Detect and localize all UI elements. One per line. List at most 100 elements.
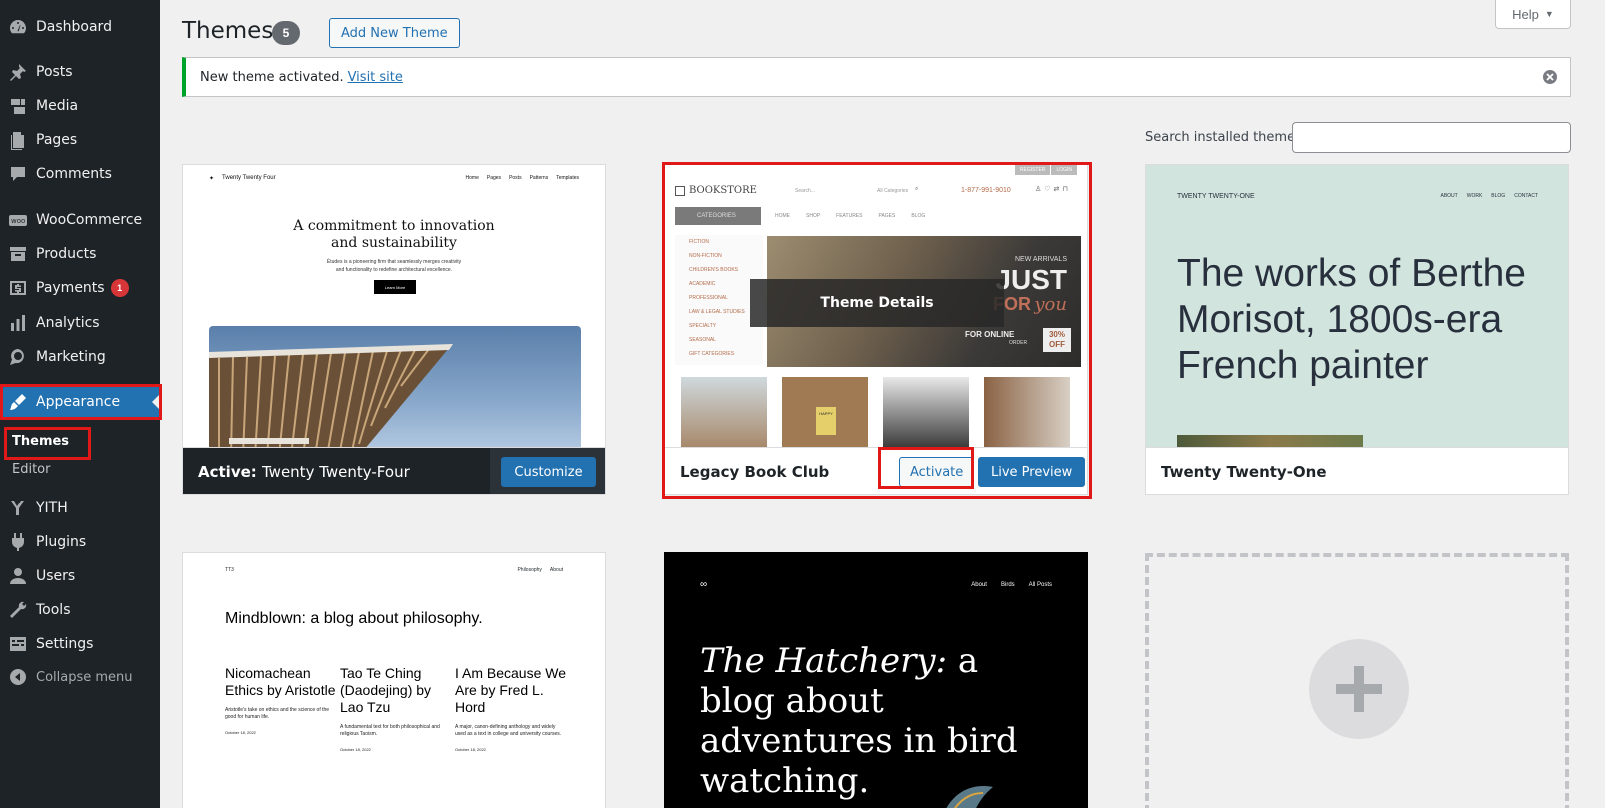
shot-nav-item: WORK — [1466, 193, 1483, 199]
menu-label: Dashboard — [36, 19, 112, 35]
shot-headline: Mindblown: a blog about philosophy. — [225, 610, 483, 627]
shot-learn-more: Learn More — [374, 280, 416, 294]
shot-nav-item: About — [971, 582, 987, 588]
live-preview-button[interactable]: Live Preview — [978, 457, 1086, 487]
shot-post-excerpt: A fundamental text for both philosophica… — [340, 724, 440, 737]
shot-logo-text: BOOKSTORE — [689, 185, 757, 196]
menu-appearance[interactable]: Appearance — [0, 385, 160, 419]
menu-label: Users — [36, 568, 76, 584]
dashboard-icon — [0, 17, 36, 37]
add-new-theme-button[interactable]: Add New Theme — [329, 18, 460, 48]
shot-brand: ✦ Twenty Twenty Four — [209, 175, 276, 182]
theme-card-twenty-twenty-four[interactable]: ✦ Twenty Twenty Four Home Pages Posts Pat… — [182, 164, 606, 495]
theme-count-badge: 5 — [272, 21, 300, 45]
theme-screenshot[interactable]: ✦ Twenty Twenty Four Home Pages Posts Pat… — [183, 165, 605, 447]
shot-post-excerpt: A major, canon-defining anthology and wi… — [455, 724, 562, 737]
menu-settings[interactable]: Settings — [0, 627, 160, 661]
shot-nav-item: CONTACT — [1514, 193, 1538, 199]
shot-hero-discount: 30% OFF — [1043, 328, 1071, 352]
menu-media[interactable]: Media — [0, 89, 160, 123]
visit-site-link[interactable]: Visit site — [348, 70, 403, 85]
collapse-icon — [0, 667, 36, 687]
caret-down-icon: ▼ — [1544, 9, 1554, 19]
shot-nav: About Birds All Posts — [971, 582, 1052, 588]
search-icon: ⌕ — [915, 186, 919, 192]
pages-icon — [0, 130, 36, 150]
shot-category-item: CHILDREN'S BOOKS — [689, 267, 739, 273]
shot-nav-item: About — [549, 567, 563, 573]
shot-nav-item: SHOP — [806, 213, 821, 219]
menu-label: Media — [36, 98, 79, 114]
user-icon — [0, 566, 36, 586]
menu-label: Analytics — [36, 315, 100, 331]
shot-login: LOGIN — [1051, 165, 1077, 175]
scrollbar[interactable] — [1597, 0, 1605, 808]
menu-dashboard[interactable]: Dashboard — [0, 10, 160, 44]
shot-logo-icon: ∞ — [700, 579, 708, 590]
menu-products[interactable]: Products — [0, 237, 160, 271]
submenu-themes[interactable]: Themes — [12, 434, 69, 449]
chart-icon — [0, 313, 36, 333]
shot-headline-line: and sustainability — [331, 235, 457, 251]
shot-category-select: All Categories — [877, 188, 909, 194]
shot-category-item: GIFT CATEGORIES — [689, 351, 735, 357]
shot-hero-pct: 30% — [1048, 330, 1065, 339]
admin-sidebar: Dashboard Posts Media Pages Comments woo… — [0, 0, 160, 808]
page-title: Themes — [182, 18, 274, 44]
menu-comments[interactable]: Comments — [0, 157, 160, 191]
shot-nav-item: ABOUT — [1440, 193, 1458, 199]
shot-post-date: October 18, 2022 — [225, 730, 256, 735]
add-new-theme-card[interactable] — [1145, 553, 1569, 808]
shot-nav-item: Posts — [509, 175, 522, 181]
menu-analytics[interactable]: Analytics — [0, 306, 160, 340]
shot-hero-big: JUST — [995, 264, 1067, 295]
svg-text:woo: woo — [11, 217, 25, 225]
theme-name: Active: Twenty Twenty-Four — [183, 463, 410, 481]
collapse-menu-button[interactable]: Collapse menu — [0, 660, 160, 694]
shot-post-title: I Am Because We Are by Fred L. Hord — [455, 665, 567, 715]
menu-users[interactable]: Users — [0, 559, 160, 593]
success-notice: New theme activated. Visit site — [182, 57, 1571, 97]
shot-nav-item: Pages — [486, 175, 502, 181]
menu-label: Payments — [36, 280, 105, 296]
theme-card-twenty-twenty-one[interactable]: TWENTY TWENTY-ONE ABOUT WORK BLOG CONTAC… — [1145, 164, 1569, 495]
menu-payments[interactable]: Payments 1 — [0, 271, 160, 305]
theme-card-legacy-book-club[interactable]: REGISTER LOGIN BOOKSTORE Search... All C… — [664, 164, 1088, 495]
shot-book-tile — [883, 377, 969, 447]
dismiss-icon[interactable] — [1542, 69, 1558, 85]
menu-label: Tools — [36, 602, 71, 618]
theme-name: Legacy Book Club — [680, 462, 830, 481]
shot-book-tile: HAPPY — [782, 377, 868, 447]
help-tab-button[interactable]: Help ▼ — [1495, 0, 1571, 29]
menu-label: Products — [36, 246, 97, 262]
menu-yith[interactable]: YITH — [0, 491, 160, 525]
activate-button[interactable]: Activate — [899, 457, 975, 487]
shot-logo: BOOKSTORE — [675, 185, 757, 196]
theme-screenshot[interactable]: TWENTY TWENTY-ONE ABOUT WORK BLOG CONTAC… — [1146, 165, 1568, 447]
shot-hero-small: NEW ARRIVALS — [1015, 256, 1067, 263]
menu-marketing[interactable]: Marketing — [0, 340, 160, 374]
menu-woocommerce[interactable]: woo WooCommerce — [0, 203, 160, 237]
shot-nav: Home Pages Posts Patterns Templates — [466, 175, 579, 181]
theme-details-overlay[interactable]: Theme Details — [750, 279, 1004, 327]
menu-label: Appearance — [36, 394, 121, 410]
shot-post-excerpt: Aristotle's take on ethics and the scien… — [225, 707, 330, 720]
menu-posts[interactable]: Posts — [0, 55, 160, 89]
theme-card-hatchery[interactable]: ∞ About Birds All Posts The Hatchery: a … — [664, 552, 1088, 808]
theme-screenshot[interactable]: ∞ About Birds All Posts The Hatchery: a … — [665, 553, 1087, 808]
search-themes-input[interactable] — [1292, 122, 1571, 153]
theme-screenshot[interactable]: TT3 Philosophy About Mindblown: a blog a… — [183, 553, 605, 808]
shot-post-title: Tao Te Ching (Daodejing) by Lao Tzu — [340, 665, 432, 715]
shot-nav: HOME SHOP FEATURES PAGES BLOG — [775, 213, 925, 219]
submenu-editor[interactable]: Editor — [12, 462, 50, 477]
theme-card-twenty-twenty-three[interactable]: TT3 Philosophy About Mindblown: a blog a… — [182, 552, 606, 808]
customize-button[interactable]: Customize — [501, 457, 596, 487]
shot-book-tile — [984, 377, 1070, 447]
menu-tools[interactable]: Tools — [0, 593, 160, 627]
menu-pages[interactable]: Pages — [0, 123, 160, 157]
bird-image — [946, 786, 993, 808]
menu-plugins[interactable]: Plugins — [0, 525, 160, 559]
menu-label: Settings — [36, 636, 94, 652]
theme-screenshot[interactable]: REGISTER LOGIN BOOKSTORE Search... All C… — [665, 165, 1087, 447]
shot-nav-item: All Posts — [1028, 582, 1052, 588]
